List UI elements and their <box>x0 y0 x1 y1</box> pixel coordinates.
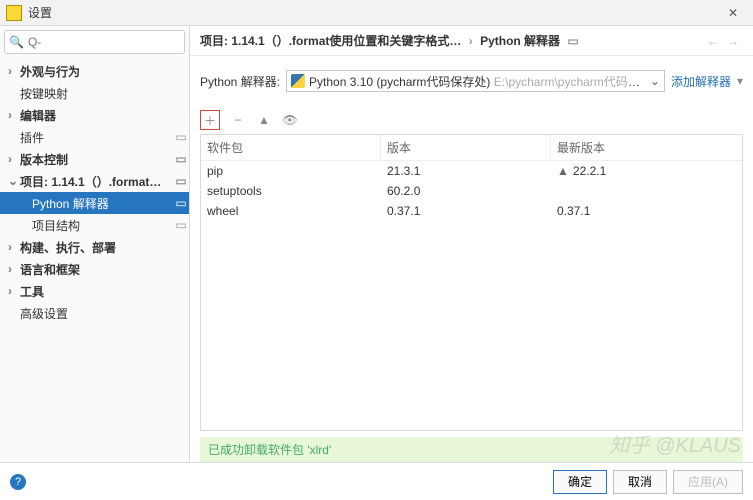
badge-icon: ▭ <box>173 196 189 210</box>
sidebar-item-label: 高级设置 <box>20 305 173 322</box>
sidebar-item[interactable]: ⌄项目: 1.14.1（）.format使用位置和:▭ <box>0 170 189 192</box>
badge-icon: ▭ <box>173 130 189 144</box>
sidebar-item-label: 编辑器 <box>20 107 173 124</box>
cell-latest: 0.37.1 <box>551 201 742 221</box>
sidebar-item[interactable]: ›构建、执行、部署 <box>0 236 189 258</box>
sidebar-item[interactable]: ›语言和框架 <box>0 258 189 280</box>
table-body: pip21.3.1▲22.2.1setuptools60.2.0wheel0.3… <box>201 161 742 430</box>
sidebar-item[interactable]: 插件▭ <box>0 126 189 148</box>
badge-icon: ▭ <box>173 152 189 166</box>
col-version[interactable]: 版本 <box>381 135 551 160</box>
expand-icon: › <box>8 108 20 122</box>
badge-icon: ▭ <box>173 174 189 188</box>
status-message: 已成功卸载软件包 'xlrd' <box>200 437 743 462</box>
titlebar: 设置 ✕ <box>0 0 753 26</box>
sidebar-item-label: Python 解释器 <box>32 195 173 212</box>
cell-latest <box>551 181 742 201</box>
table-row[interactable]: setuptools60.2.0 <box>201 181 742 201</box>
cell-version: 0.37.1 <box>381 201 551 221</box>
col-package[interactable]: 软件包 <box>201 135 381 160</box>
cell-version: 21.3.1 <box>381 161 551 181</box>
add-package-button[interactable]: ＋ <box>200 110 220 130</box>
interpreter-select[interactable]: Python 3.10 (pycharm代码保存处) E:\pycharm\py… <box>286 70 665 92</box>
sidebar-item-label: 按键映射 <box>20 85 173 102</box>
ok-button[interactable]: 确定 <box>553 470 607 494</box>
forward-icon[interactable]: → <box>723 34 743 48</box>
python-icon <box>291 74 305 88</box>
breadcrumb-part[interactable]: 项目: 1.14.1（）.format使用位置和关键字格式… <box>200 34 461 48</box>
package-table: 软件包 版本 最新版本 pip21.3.1▲22.2.1setuptools60… <box>200 134 743 431</box>
remove-package-button[interactable]: − <box>230 112 246 128</box>
reset-icon[interactable]: ▭ <box>567 34 578 48</box>
table-row[interactable]: pip21.3.1▲22.2.1 <box>201 161 742 181</box>
expand-icon: › <box>8 240 20 254</box>
table-header: 软件包 版本 最新版本 <box>201 135 742 161</box>
sidebar: 🔍 ›外观与行为按键映射›编辑器插件▭›版本控制▭⌄项目: 1.14.1（）.f… <box>0 26 190 462</box>
sidebar-item[interactable]: 按键映射 <box>0 82 189 104</box>
dropdown-icon[interactable]: ▾ <box>737 74 743 88</box>
chevron-right-icon: › <box>469 34 473 48</box>
sidebar-item[interactable]: ›编辑器 <box>0 104 189 126</box>
app-icon <box>6 5 22 21</box>
chevron-down-icon: ⌄ <box>650 74 660 88</box>
cell-package: pip <box>201 161 381 181</box>
sidebar-item-label: 项目: 1.14.1（）.format使用位置和: <box>20 173 173 190</box>
expand-icon: › <box>8 284 20 298</box>
cell-package: wheel <box>201 201 381 221</box>
interpreter-row: Python 解释器: Python 3.10 (pycharm代码保存处) E… <box>190 56 753 106</box>
cancel-button[interactable]: 取消 <box>613 470 667 494</box>
search-icon: 🔍 <box>9 35 24 49</box>
window-title: 设置 <box>28 4 719 21</box>
sidebar-item[interactable]: 项目结构▭ <box>0 214 189 236</box>
settings-tree: ›外观与行为按键映射›编辑器插件▭›版本控制▭⌄项目: 1.14.1（）.for… <box>0 58 189 462</box>
sidebar-item-label: 外观与行为 <box>20 63 173 80</box>
search-input[interactable]: 🔍 <box>4 30 185 54</box>
sidebar-item-label: 项目结构 <box>32 217 173 234</box>
sidebar-item-label: 插件 <box>20 129 173 146</box>
badge-icon: ▭ <box>173 218 189 232</box>
add-interpreter-link[interactable]: 添加解释器 <box>671 73 731 90</box>
expand-icon: › <box>8 262 20 276</box>
upgrade-package-button[interactable]: ▲ <box>256 112 272 128</box>
apply-button[interactable]: 应用(A) <box>673 470 743 494</box>
cell-latest: ▲22.2.1 <box>551 161 742 181</box>
sidebar-item[interactable]: ›工具 <box>0 280 189 302</box>
help-button[interactable]: ? <box>10 474 26 490</box>
breadcrumb-part[interactable]: Python 解释器 <box>480 34 560 48</box>
breadcrumb: 项目: 1.14.1（）.format使用位置和关键字格式… › Python … <box>190 26 753 56</box>
expand-icon: ⌄ <box>8 174 20 188</box>
dialog-footer: ? 确定 取消 应用(A) <box>0 462 753 500</box>
table-row[interactable]: wheel0.37.10.37.1 <box>201 201 742 221</box>
sidebar-item-label: 语言和框架 <box>20 261 173 278</box>
interpreter-label: Python 解释器: <box>200 73 280 90</box>
search-field[interactable] <box>28 35 183 49</box>
sidebar-item[interactable]: ›外观与行为 <box>0 60 189 82</box>
cell-package: setuptools <box>201 181 381 201</box>
sidebar-item-label: 构建、执行、部署 <box>20 239 173 256</box>
expand-icon: › <box>8 64 20 78</box>
package-toolbar: ＋ − ▲ 👁 <box>190 106 753 134</box>
close-icon[interactable]: ✕ <box>719 6 747 20</box>
sidebar-item-label: 版本控制 <box>20 151 173 168</box>
sidebar-item-label: 工具 <box>20 283 173 300</box>
expand-icon: › <box>8 152 20 166</box>
back-icon[interactable]: ← <box>703 34 723 48</box>
upgrade-icon: ▲ <box>557 164 569 178</box>
sidebar-item[interactable]: ›版本控制▭ <box>0 148 189 170</box>
show-icon[interactable]: 👁 <box>282 112 298 128</box>
sidebar-item[interactable]: Python 解释器▭ <box>0 192 189 214</box>
col-latest[interactable]: 最新版本 <box>551 135 742 160</box>
cell-version: 60.2.0 <box>381 181 551 201</box>
interpreter-value: Python 3.10 (pycharm代码保存处) E:\pycharm\py… <box>309 73 650 90</box>
sidebar-item[interactable]: 高级设置 <box>0 302 189 324</box>
